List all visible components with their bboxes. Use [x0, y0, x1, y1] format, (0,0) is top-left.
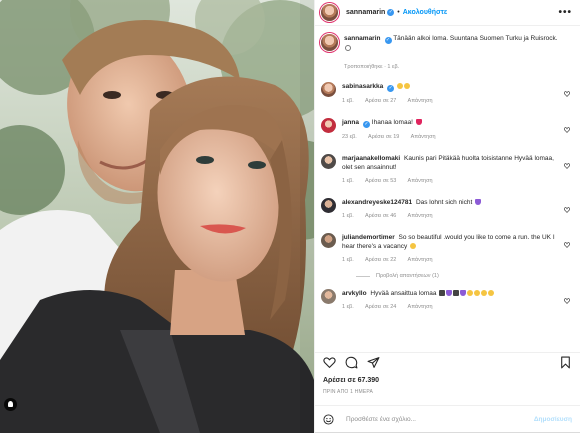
comment-username[interactable]: juliandemortimer	[342, 234, 395, 241]
smile-emoji-icon	[488, 290, 495, 296]
comment-text: Das lohnt sich nicht	[415, 199, 473, 206]
verified-badge-icon: ✓	[384, 37, 392, 44]
comment-time: 1 εβ.	[342, 213, 354, 219]
commenter-avatar[interactable]	[321, 82, 336, 97]
comment-username[interactable]: sabinasarkka	[342, 83, 383, 90]
commenter-avatar[interactable]	[321, 233, 336, 248]
post-actions	[315, 352, 580, 372]
smile-emoji-icon	[474, 290, 481, 296]
reply-button[interactable]: Απάντηση	[411, 134, 436, 140]
post-comment-button[interactable]: Δημοσίευση	[534, 416, 572, 423]
like-comment-icon[interactable]	[564, 163, 570, 169]
author-username[interactable]: sannamarin	[346, 9, 385, 16]
view-replies-button[interactable]: Προβολή απαντήσεων (1)	[356, 273, 572, 279]
separator-dot: •	[397, 9, 400, 16]
verified-badge-icon: ✓	[362, 121, 370, 128]
commenter-avatar[interactable]	[321, 118, 336, 133]
grinning-emoji-icon	[397, 83, 404, 89]
caption-username[interactable]: sannamarin	[344, 35, 381, 42]
post-time: ΠΡΙΝ ΑΠΟ 1 ΗΜΕΡΑ	[323, 389, 374, 395]
post-details-panel: sannamarin ✓ • Ακολουθήστε ••• sannamari…	[314, 0, 580, 433]
reply-button[interactable]: Απάντηση	[408, 98, 433, 104]
post-header: sannamarin ✓ • Ακολουθήστε •••	[315, 0, 580, 26]
smile-emoji-icon	[467, 290, 474, 296]
comment: sabinasarkka ✓ 1 εβ. Αρέσει σε 27 Απάντησ…	[321, 82, 572, 106]
verified-badge-icon: ✓	[387, 85, 395, 92]
commenter-avatar[interactable]	[321, 289, 336, 304]
comment: arvkyllo Hyvää ansaittua lomaa 1 εβ. Αρέ…	[321, 289, 572, 312]
commenter-avatar[interactable]	[321, 154, 336, 169]
comment-username[interactable]: janna	[342, 119, 359, 126]
comment-time: 1 εβ.	[342, 178, 354, 184]
heart-emoji-icon	[446, 290, 453, 296]
bookmark-icon[interactable]	[559, 356, 572, 369]
caption-text: Tänään alkoi loma. Suuntana Suomen Turku…	[393, 35, 558, 42]
caption-avatar[interactable]	[321, 34, 338, 51]
comment-username[interactable]: marjaanakellomaki	[342, 155, 400, 162]
comment-text: Hyvää ansaittua lomaa	[370, 290, 437, 297]
comment-likes[interactable]: Αρέσει σε 22	[365, 257, 396, 263]
comment-likes[interactable]: Αρέσει σε 19	[368, 134, 399, 140]
music-emoji-icon	[453, 290, 460, 296]
post-photo[interactable]	[0, 0, 314, 433]
like-comment-icon[interactable]	[564, 207, 570, 213]
reply-button[interactable]: Απάντηση	[408, 213, 433, 219]
clock-emoji-icon	[345, 45, 351, 51]
smile-emoji-icon	[481, 290, 488, 296]
comment: juliandemortimer So so beautiful .would …	[321, 233, 572, 265]
replies-divider	[356, 275, 370, 277]
comment: marjaanakellomaki Kaunis pari Pitäkää hu…	[321, 154, 572, 186]
comment-time: 1 εβ.	[342, 257, 354, 263]
heart-icon[interactable]	[323, 356, 336, 369]
instagram-post: sannamarin ✓ • Ακολουθήστε ••• sannamari…	[0, 0, 580, 433]
more-options-icon[interactable]: •••	[558, 7, 572, 18]
comment-time: 1 εβ.	[342, 304, 354, 310]
add-comment-bar: Δημοσίευση	[315, 405, 580, 433]
comment-time: 23 εβ.	[342, 134, 357, 140]
comment-username[interactable]: arvkyllo	[342, 290, 367, 297]
comments-list[interactable]: sannamarin ✓ Tänään alkoi loma. Suuntana …	[315, 27, 580, 347]
reply-button[interactable]: Απάντηση	[408, 178, 433, 184]
like-comment-icon[interactable]	[564, 298, 570, 304]
share-icon[interactable]	[367, 356, 380, 369]
comment-input[interactable]	[346, 416, 534, 423]
comment-icon[interactable]	[345, 356, 358, 369]
reply-button[interactable]: Απάντηση	[408, 257, 433, 263]
heart-emoji-icon	[460, 290, 467, 296]
purple-heart-emoji-icon	[475, 199, 482, 205]
couple-selfie-image	[0, 0, 314, 433]
tagged-user-icon[interactable]	[4, 398, 17, 411]
reply-button[interactable]: Απάντηση	[408, 304, 433, 310]
emoji-icon[interactable]	[323, 414, 334, 425]
caption-meta: Τροποποιήθηκε · 1 εβ.	[344, 64, 400, 70]
grinning-emoji-icon	[404, 83, 411, 89]
comment: janna ✓ Ihanaa lomaa! 23 εβ. Αρέσει σε 19…	[321, 118, 572, 142]
red-heart-emoji-icon	[415, 119, 422, 125]
author-avatar[interactable]	[321, 4, 338, 21]
like-comment-icon[interactable]	[564, 242, 570, 248]
comment-time: 1 εβ.	[342, 98, 354, 104]
likes-count[interactable]: Αρέσει σε 67.390	[323, 377, 379, 384]
caption: sannamarin ✓ Tänään alkoi loma. Suuntana …	[321, 34, 572, 72]
wink-emoji-icon	[410, 243, 417, 249]
comment: alexandreyeske124781 Das lohnt sich nich…	[321, 198, 572, 221]
comment-likes[interactable]: Αρέσει σε 27	[365, 98, 396, 104]
follow-button[interactable]: Ακολουθήστε	[403, 9, 447, 16]
comment-likes[interactable]: Αρέσει σε 46	[365, 213, 396, 219]
verified-badge-icon: ✓	[387, 9, 395, 16]
commenter-avatar[interactable]	[321, 198, 336, 213]
flag-emoji-icon	[439, 290, 446, 296]
comment-text: Ihanaa lomaa!	[371, 119, 413, 126]
comment-username[interactable]: alexandreyeske124781	[342, 199, 412, 206]
like-comment-icon[interactable]	[564, 127, 570, 133]
like-comment-icon[interactable]	[564, 91, 570, 97]
comment-likes[interactable]: Αρέσει σε 24	[365, 304, 396, 310]
comment-likes[interactable]: Αρέσει σε 53	[365, 178, 396, 184]
